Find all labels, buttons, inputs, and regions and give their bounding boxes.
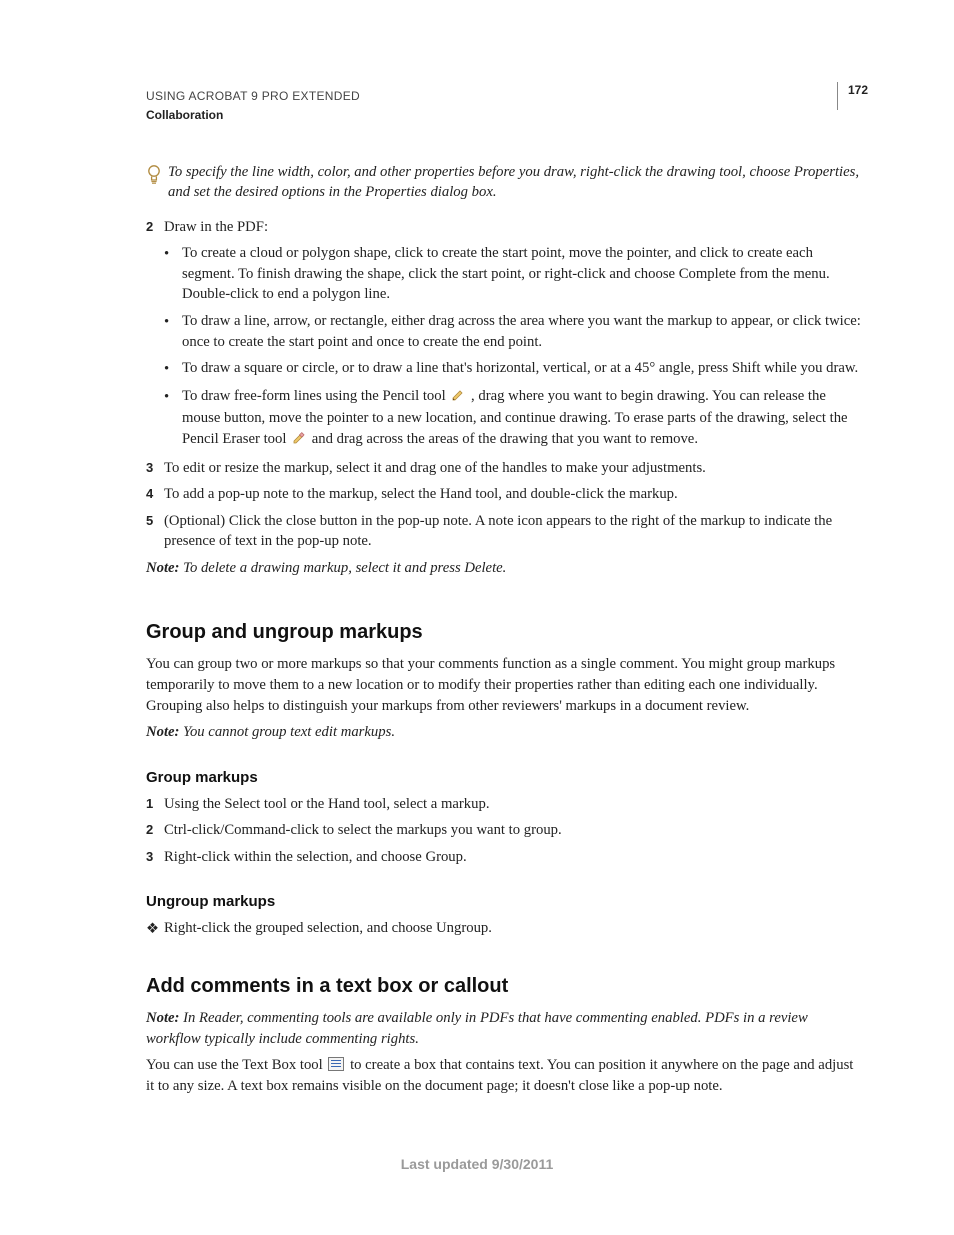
step-text: Using the Select tool or the Hand tool, …	[164, 794, 864, 815]
group-step-3: 3 Right-click within the selection, and …	[146, 847, 864, 868]
heading-textbox-callout: Add comments in a text box or callout	[146, 972, 864, 1000]
step-marker: 2	[146, 217, 164, 236]
heading-ungroup: Ungroup markups	[146, 891, 864, 912]
footer-updated: Last updated 9/30/2011	[0, 1155, 954, 1175]
step-text: To add a pop-up note to the markup, sele…	[164, 484, 864, 505]
group-step-1: 1 Using the Select tool or the Hand tool…	[146, 794, 864, 815]
step-text: To edit or resize the markup, select it …	[164, 458, 864, 479]
step-marker: 1	[146, 794, 164, 813]
note-body: To delete a drawing markup, select it an…	[179, 560, 506, 576]
bullet-list: • To create a cloud or polygon shape, cl…	[146, 243, 864, 451]
bullet-text: To draw free-form lines using the Pencil…	[182, 386, 864, 452]
tip-text: To specify the line width, color, and ot…	[168, 162, 864, 203]
step-text: (Optional) Click the close button in the…	[164, 511, 864, 552]
step-marker: 2	[146, 820, 164, 839]
ungroup-item: ❖ Right-click the grouped selection, and…	[146, 918, 864, 940]
step-marker: 3	[146, 458, 164, 477]
heading-group: Group markups	[146, 767, 864, 788]
bullet-item: • To create a cloud or polygon shape, cl…	[146, 243, 864, 305]
bullet-item: • To draw a square or circle, or to draw…	[146, 358, 864, 380]
note-label: Note:	[146, 724, 179, 740]
step-marker: 4	[146, 484, 164, 503]
bullet-item: • To draw a line, arrow, or rectangle, e…	[146, 311, 864, 352]
bullet-marker: •	[164, 311, 182, 333]
step-text: Right-click within the selection, and ch…	[164, 847, 864, 868]
note-delete: Note: To delete a drawing markup, select…	[146, 558, 864, 579]
bullet-marker: •	[164, 386, 182, 408]
step-2: 2 Draw in the PDF:	[146, 217, 864, 238]
bullet-marker: •	[164, 358, 182, 380]
step-text: Ctrl-click/Command-click to select the m…	[164, 820, 864, 841]
note-label: Note:	[146, 1010, 179, 1026]
step-marker: 5	[146, 511, 164, 530]
page-number-wrap: 172	[837, 82, 868, 110]
page-number: 172	[848, 82, 868, 99]
bullet-text: To draw a line, arrow, or rectangle, eit…	[182, 311, 864, 352]
step-4: 4 To add a pop-up note to the markup, se…	[146, 484, 864, 505]
bullet-text-c: and drag across the areas of the drawing…	[312, 431, 698, 447]
page: 172 USING ACROBAT 9 PRO EXTENDED Collabo…	[0, 0, 954, 1235]
section2-para: You can use the Text Box tool to create …	[146, 1055, 864, 1096]
tip-block: To specify the line width, color, and ot…	[146, 162, 864, 203]
heading-group-ungroup: Group and ungroup markups	[146, 618, 864, 646]
pencil-icon	[451, 388, 465, 409]
bullet-text-a: To draw free-form lines using the Pencil…	[182, 388, 449, 404]
section1-para: You can group two or more markups so tha…	[146, 654, 864, 716]
step-5: 5 (Optional) Click the close button in t…	[146, 511, 864, 552]
step-marker: 3	[146, 847, 164, 866]
bullet-item: • To draw free-form lines using the Penc…	[146, 386, 864, 452]
running-subhead: Collaboration	[146, 107, 864, 124]
text-box-tool-icon	[328, 1057, 344, 1071]
section2-para-a: You can use the Text Box tool	[146, 1057, 326, 1073]
group-step-2: 2 Ctrl-click/Command-click to select the…	[146, 820, 864, 841]
step-3: 3 To edit or resize the markup, select i…	[146, 458, 864, 479]
running-head: USING ACROBAT 9 PRO EXTENDED	[146, 88, 864, 105]
note-body: In Reader, commenting tools are availabl…	[146, 1010, 808, 1047]
bullet-text: To draw a square or circle, or to draw a…	[182, 358, 864, 379]
diamond-text: Right-click the grouped selection, and c…	[164, 918, 864, 939]
pencil-eraser-icon	[292, 431, 306, 452]
bullet-text: To create a cloud or polygon shape, clic…	[182, 243, 864, 305]
step-text: Draw in the PDF:	[164, 217, 864, 238]
note-body: You cannot group text edit markups.	[179, 724, 395, 740]
note-label: Note:	[146, 560, 179, 576]
lightbulb-icon	[146, 164, 168, 186]
diamond-marker: ❖	[146, 918, 164, 940]
section1-note: Note: You cannot group text edit markups…	[146, 722, 864, 743]
section2-note: Note: In Reader, commenting tools are av…	[146, 1008, 864, 1049]
bullet-marker: •	[164, 243, 182, 265]
